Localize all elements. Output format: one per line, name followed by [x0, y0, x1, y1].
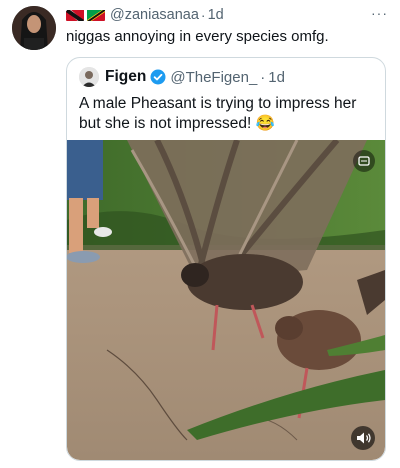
author-handle[interactable]: @zaniasanaa	[110, 7, 199, 23]
separator-dot: ·	[260, 68, 266, 86]
quoted-header: Figen @TheFigen_ · 1d	[79, 66, 285, 88]
quoted-tweet[interactable]: Figen @TheFigen_ · 1d A male Pheasant is…	[66, 57, 386, 461]
flag-saint-kitts-and-nevis-icon	[87, 9, 105, 21]
separator-dot: ·	[200, 7, 206, 23]
post-text: niggas annoying in every species omfg.	[66, 28, 329, 45]
quoted-time[interactable]: 1d	[268, 69, 285, 86]
tweet-post[interactable]: @zaniasanaa · 1d ··· niggas annoying in …	[0, 0, 400, 468]
verified-badge-icon	[150, 69, 166, 85]
post-time[interactable]: 1d	[208, 7, 224, 23]
quoted-avatar[interactable]	[79, 67, 99, 87]
flag-trinidad-and-tobago-icon	[66, 9, 84, 21]
avatar[interactable]	[12, 6, 56, 50]
quoted-text: A male Pheasant is trying to impress her…	[79, 95, 357, 132]
speaker-icon[interactable]	[351, 426, 375, 450]
video-media[interactable]	[67, 140, 385, 460]
quoted-author-handle[interactable]: @TheFigen_	[170, 69, 257, 86]
more-options-icon[interactable]: ···	[371, 5, 388, 21]
gif-icon[interactable]	[353, 150, 375, 172]
post-header: @zaniasanaa · 1d	[66, 6, 224, 24]
quoted-author-name[interactable]: Figen	[105, 68, 146, 86]
